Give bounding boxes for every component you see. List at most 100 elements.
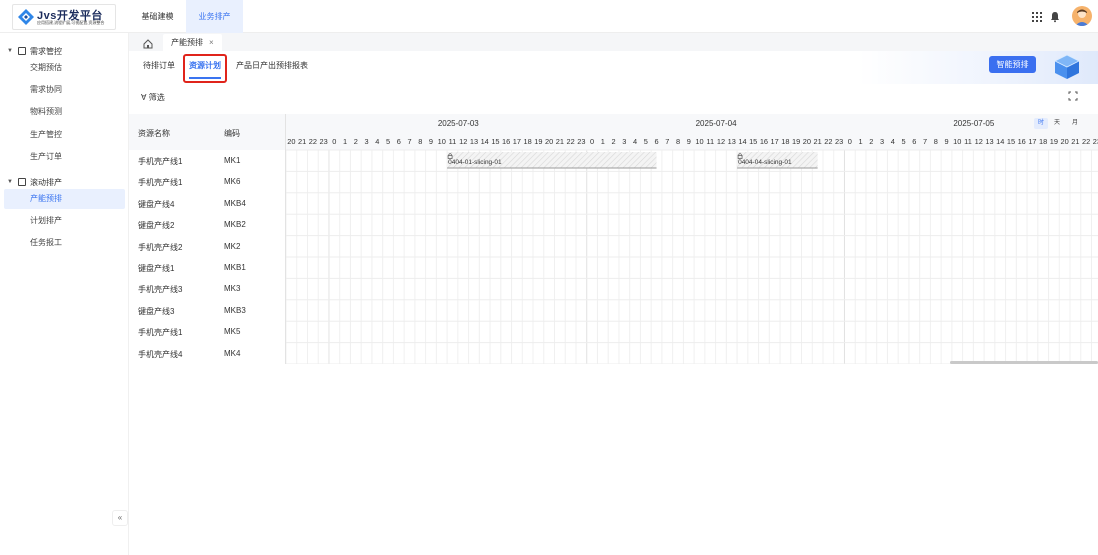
bell-icon[interactable] [1049,11,1061,23]
hour-tick-label: 23 [577,137,585,146]
hour-tick-label: 22 [824,137,832,146]
view-mode-day[interactable]: 天 [1050,118,1064,129]
date-label: 2025-07-04 [696,119,737,128]
resource-code: MK1 [224,156,241,165]
hour-tick-label: 12 [975,137,983,146]
horizontal-scrollbar[interactable] [950,361,1098,364]
hour-tick-label: 21 [556,137,564,146]
hour-tick-label: 1 [343,137,347,146]
hour-tick-label: 21 [1071,137,1079,146]
hour-tick-label: 13 [470,137,478,146]
task-label: 0404-04-slicing-01 [738,159,792,166]
hour-tick-label: 22 [309,137,317,146]
home-icon[interactable] [137,35,159,51]
hour-tick-label: 16 [760,137,768,146]
close-icon[interactable]: × [209,38,214,47]
brand-subtitle: 应用搭建,流程扩展,可视配置,资源整合 [37,20,105,25]
hour-tick-label: 5 [644,137,648,146]
filter-toggle[interactable]: ∀ 筛选 [141,92,165,103]
filter-icon: ∀ [141,93,147,102]
hour-tick-label: 7 [407,137,411,146]
hour-tick-label: 18 [1039,137,1047,146]
resource-name: 键盘产线1 [138,264,175,273]
hour-tick-label: 22 [566,137,574,146]
resource-code: MK6 [224,177,241,187]
view-mode-hour[interactable]: 时 [1034,118,1048,129]
hour-tick-label: 7 [665,137,669,146]
sidebar: ▼ 需求管控 交期预估 需求协同 物料预测 生产管控 生产订单 ▼ 滚动排产 产… [0,33,129,555]
sidebar-item-demand-collab[interactable]: 需求协同 [4,80,125,100]
hour-tick-label: 2 [354,137,358,146]
view-mode-month[interactable]: 月 [1068,118,1082,129]
sidebar-item-material-forecast[interactable]: 物料预测 [4,102,125,122]
resource-row[interactable]: 键盘产线2 MKB2 [129,214,285,235]
tab-daily-output-report[interactable]: 产品日产出预排报表 [236,60,308,71]
caret-down-icon: ▼ [7,48,13,54]
nav-tab-scheduling[interactable]: 业务排产 [186,0,243,33]
hour-tick-label: 10 [695,137,703,146]
sidebar-item-task-report[interactable]: 任务报工 [4,233,125,253]
sidebar-collapse-button[interactable]: « [112,510,128,526]
hour-tick-label: 0 [332,137,336,146]
resource-row[interactable]: 手机壳产线2 MK2 [129,236,285,257]
hour-tick-label: 14 [481,137,489,146]
hour-tick-label: 9 [944,137,948,146]
resource-code: MK2 [224,241,241,251]
hour-tick-label: 4 [633,137,637,146]
user-avatar[interactable] [1072,6,1092,26]
nav-tab-modeling[interactable]: 基础建模 [129,0,186,33]
hour-tick-label: 10 [438,137,446,146]
resource-row[interactable]: 键盘产线3 MKB3 [129,300,285,321]
hour-tick-label: 0 [590,137,594,146]
hour-tick-label: 15 [1007,137,1015,146]
hour-tick-label: 3 [364,137,368,146]
resource-row[interactable]: 手机壳产线4 MK4 [129,343,285,364]
page-tab-capacity[interactable]: 产能预排 × [163,34,222,51]
hour-tick-label: 1 [601,137,605,146]
tab-pending-orders[interactable]: 待排订单 [143,60,175,71]
date-label: 2025-07-05 [953,119,994,128]
resource-row[interactable]: 键盘产线4 MKB4 [129,193,285,214]
hour-tick-label: 6 [654,137,658,146]
hour-tick-label: 2 [869,137,873,146]
brand-logo[interactable]: Jvs开发平台 应用搭建,流程扩展,可视配置,资源整合 [12,4,116,30]
hour-tick-label: 12 [717,137,725,146]
hour-tick-label: 23 [1093,137,1098,146]
task-bar[interactable]: 0404-01-slicing-01 [447,152,657,169]
hour-tick-label: 11 [964,137,972,146]
page-tabs-bar: 产能预排 × [129,33,1098,51]
timeline-svg[interactable]: 20 21 22 23 02025-07-031 2 3 4 5 6 7 8 9 10 11 12 13 14 15… [286,114,1098,364]
hour-tick-label: 8 [934,137,938,146]
avatar-icon [1072,6,1092,26]
timeline-area[interactable]: 20 21 22 23 0 2025-07-03 1 2 3 4 5 6 7 8 9 10 11 12 13 14 15… [286,114,1098,364]
view-mode-toggle: 时 天 月 [1034,118,1084,129]
resource-name: 手机壳产线1 [138,178,183,188]
apps-grid-icon[interactable] [1031,11,1043,23]
hour-tick-label: 8 [676,137,680,146]
sidebar-item-production-order[interactable]: 生产订单 [4,147,125,167]
highlight-box [183,54,227,83]
schedule-icon [18,178,26,186]
hour-tick-label: 23 [835,137,843,146]
hour-tick-label: 11 [706,137,714,146]
sidebar-item-capacity-preschedule[interactable]: 产能预排 [4,189,125,209]
resource-code: MK3 [224,284,241,294]
resource-row[interactable]: 手机壳产线1 MK5 [129,321,285,342]
sidebar-item-delivery-estimate[interactable]: 交期预估 [4,58,125,78]
hour-tick-label: 0 [848,137,852,146]
hour-tick-label: 12 [459,137,467,146]
resource-row[interactable]: 手机壳产线1 MK6 [129,171,285,192]
hour-tick-label: 22 [1082,137,1090,146]
fullscreen-icon[interactable] [1066,89,1080,103]
sidebar-item-plan-schedule[interactable]: 计划排产 [4,211,125,231]
hour-tick-label: 9 [429,137,433,146]
task-bar[interactable]: 0404-04-slicing-01 [737,152,818,169]
resource-row[interactable]: 键盘产线1 MKB1 [129,257,285,278]
smart-preschedule-button[interactable]: 智能预排 [989,56,1036,73]
page-tab-label: 产能预排 [171,38,203,47]
resource-code: MKB4 [224,198,246,208]
resource-name: 手机壳产线3 [138,285,183,295]
sidebar-item-production-control[interactable]: 生产管控 [4,125,125,145]
resource-row[interactable]: 手机壳产线1 MK1 [129,150,285,171]
resource-row[interactable]: 手机壳产线3 MK3 [129,278,285,299]
